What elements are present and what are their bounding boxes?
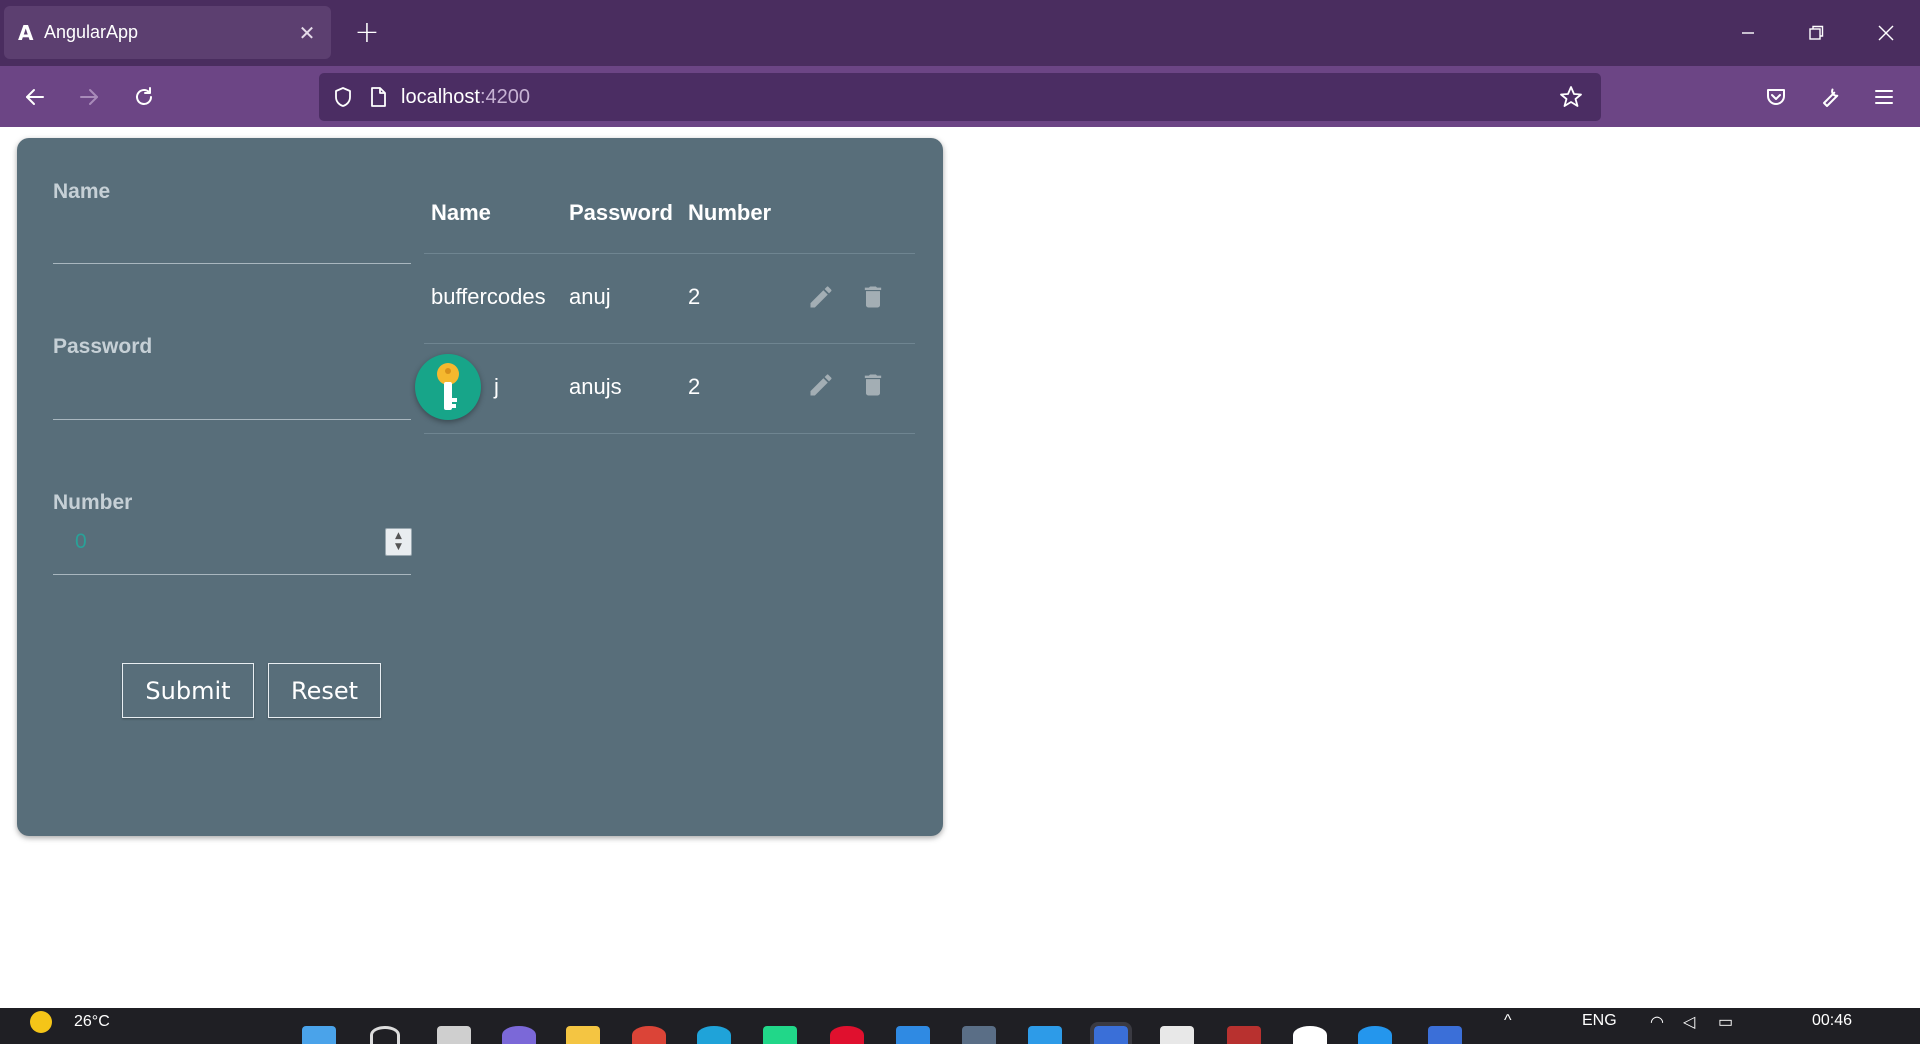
table-divider bbox=[424, 433, 915, 434]
file-explorer-icon[interactable] bbox=[566, 1026, 600, 1044]
page-icon bbox=[363, 73, 393, 121]
bookmark-star-icon[interactable] bbox=[1551, 73, 1591, 121]
language-indicator[interactable]: ENG bbox=[1582, 1012, 1617, 1030]
edit-icon[interactable] bbox=[804, 368, 838, 402]
vscode-icon[interactable] bbox=[896, 1026, 930, 1044]
name-input[interactable] bbox=[53, 222, 411, 260]
menu-icon bbox=[1875, 90, 1893, 104]
chevron-down-icon[interactable]: ▼ bbox=[395, 542, 402, 553]
edit-icon[interactable] bbox=[804, 280, 838, 314]
password-manager-key-button[interactable] bbox=[415, 354, 481, 420]
taskbar: 26°C ^ ENG ◠ ◁ ▭ 00:46 bbox=[0, 1008, 1920, 1044]
docker-icon[interactable] bbox=[1358, 1026, 1392, 1044]
teams-icon[interactable] bbox=[502, 1026, 536, 1044]
minimize-icon bbox=[1742, 32, 1754, 34]
restore-icon bbox=[1809, 25, 1824, 40]
url-host: localhost bbox=[401, 85, 480, 108]
number-input[interactable]: 0 bbox=[75, 530, 87, 554]
chrome-icon[interactable] bbox=[632, 1026, 666, 1044]
tray-chevron-up-icon[interactable]: ^ bbox=[1504, 1012, 1512, 1030]
url-port: :4200 bbox=[479, 85, 530, 108]
number-label: Number bbox=[53, 491, 133, 514]
column-header-password: Password bbox=[569, 200, 673, 225]
table-row: buffercodes anuj 2 bbox=[424, 254, 915, 344]
tab-title: AngularApp bbox=[44, 22, 139, 42]
form-card: Name Password Number 0 ▲ ▼ Submit Reset … bbox=[17, 138, 943, 836]
address-bar[interactable]: localhost:4200 bbox=[319, 73, 1601, 121]
app-icon[interactable] bbox=[962, 1026, 996, 1044]
wrench-icon bbox=[1823, 88, 1839, 107]
forward-icon bbox=[80, 89, 98, 105]
task-view-icon[interactable] bbox=[437, 1026, 471, 1044]
start-icon[interactable] bbox=[302, 1026, 336, 1044]
angular-favicon-icon: A bbox=[18, 20, 34, 45]
app-menu-button[interactable] bbox=[1865, 78, 1903, 116]
tab-strip: A AngularApp ✕ + bbox=[0, 0, 1920, 66]
password-label: Password bbox=[53, 335, 153, 358]
back-button[interactable] bbox=[16, 78, 54, 116]
battery-icon[interactable]: ▭ bbox=[1718, 1012, 1733, 1032]
pocket-button[interactable] bbox=[1757, 78, 1795, 116]
submit-button[interactable]: Submit bbox=[122, 663, 254, 718]
store-icon[interactable] bbox=[1160, 1026, 1194, 1044]
firefox-dev-icon[interactable] bbox=[1090, 1022, 1132, 1044]
cell-name: j bbox=[494, 374, 499, 399]
weather-widget[interactable]: 26°C bbox=[30, 1011, 110, 1033]
restore-button[interactable] bbox=[1794, 14, 1838, 52]
back-icon bbox=[26, 89, 44, 105]
delete-icon[interactable] bbox=[856, 280, 890, 314]
opera-icon[interactable] bbox=[830, 1026, 864, 1044]
sun-icon bbox=[30, 1011, 52, 1033]
name-underline bbox=[53, 263, 411, 264]
column-header-name: Name bbox=[431, 200, 491, 225]
pycharm-icon[interactable] bbox=[763, 1026, 797, 1044]
cell-number: 2 bbox=[688, 284, 701, 309]
search-icon[interactable] bbox=[370, 1026, 400, 1044]
clock-time[interactable]: 00:46 bbox=[1812, 1012, 1852, 1030]
cell-password: anujs bbox=[569, 374, 622, 399]
minimize-button[interactable] bbox=[1726, 14, 1770, 52]
browser-tab[interactable]: A AngularApp ✕ bbox=[4, 6, 331, 59]
close-window-button[interactable] bbox=[1864, 14, 1908, 52]
wifi-icon[interactable]: ◠ bbox=[1650, 1012, 1664, 1032]
devtools-button[interactable] bbox=[1811, 78, 1849, 116]
chevron-up-icon[interactable]: ▲ bbox=[395, 531, 402, 542]
cell-number: 2 bbox=[688, 374, 701, 399]
key-icon bbox=[437, 363, 459, 410]
volume-icon[interactable]: ◁ bbox=[1683, 1012, 1695, 1032]
pocket-icon bbox=[1767, 89, 1785, 105]
new-tab-button[interactable]: + bbox=[350, 14, 384, 52]
reload-button[interactable] bbox=[125, 78, 163, 116]
reload-icon bbox=[136, 87, 152, 105]
temperature: 26°C bbox=[74, 1013, 110, 1030]
reset-button[interactable]: Reset bbox=[268, 663, 381, 718]
cell-name: buffercodes bbox=[431, 284, 546, 309]
winrar-icon[interactable] bbox=[1227, 1026, 1261, 1044]
terminal-icon[interactable] bbox=[1428, 1026, 1462, 1044]
number-stepper[interactable]: ▲ ▼ bbox=[385, 528, 412, 556]
name-label: Name bbox=[53, 180, 111, 203]
number-underline bbox=[53, 574, 411, 575]
close-icon bbox=[1878, 25, 1894, 41]
password-input[interactable] bbox=[53, 378, 411, 416]
forward-button[interactable] bbox=[70, 78, 108, 116]
delete-icon[interactable] bbox=[856, 368, 890, 402]
edge-icon[interactable] bbox=[697, 1026, 731, 1044]
column-header-number: Number bbox=[688, 200, 772, 225]
shield-icon[interactable] bbox=[323, 73, 363, 121]
cell-password: anuj bbox=[569, 284, 611, 309]
tab-close-icon[interactable]: ✕ bbox=[295, 21, 319, 45]
google-drive-icon[interactable] bbox=[1293, 1026, 1327, 1044]
table-row: j anujs 2 bbox=[424, 344, 915, 434]
password-underline bbox=[53, 419, 411, 420]
photos-icon[interactable] bbox=[1028, 1026, 1062, 1044]
